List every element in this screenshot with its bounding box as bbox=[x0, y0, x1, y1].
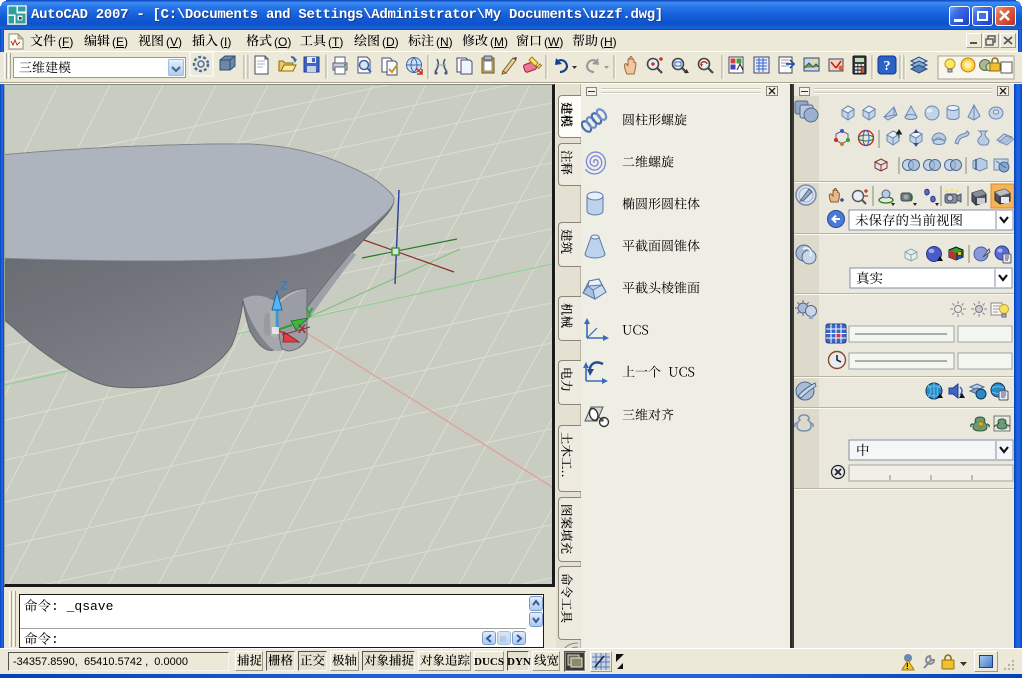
svg-text:?: ? bbox=[884, 59, 891, 74]
svg-text:Z: Z bbox=[280, 278, 288, 293]
svg-text:!: ! bbox=[906, 662, 909, 671]
svg-text:Y: Y bbox=[305, 305, 314, 320]
svg-text:X: X bbox=[298, 322, 306, 336]
